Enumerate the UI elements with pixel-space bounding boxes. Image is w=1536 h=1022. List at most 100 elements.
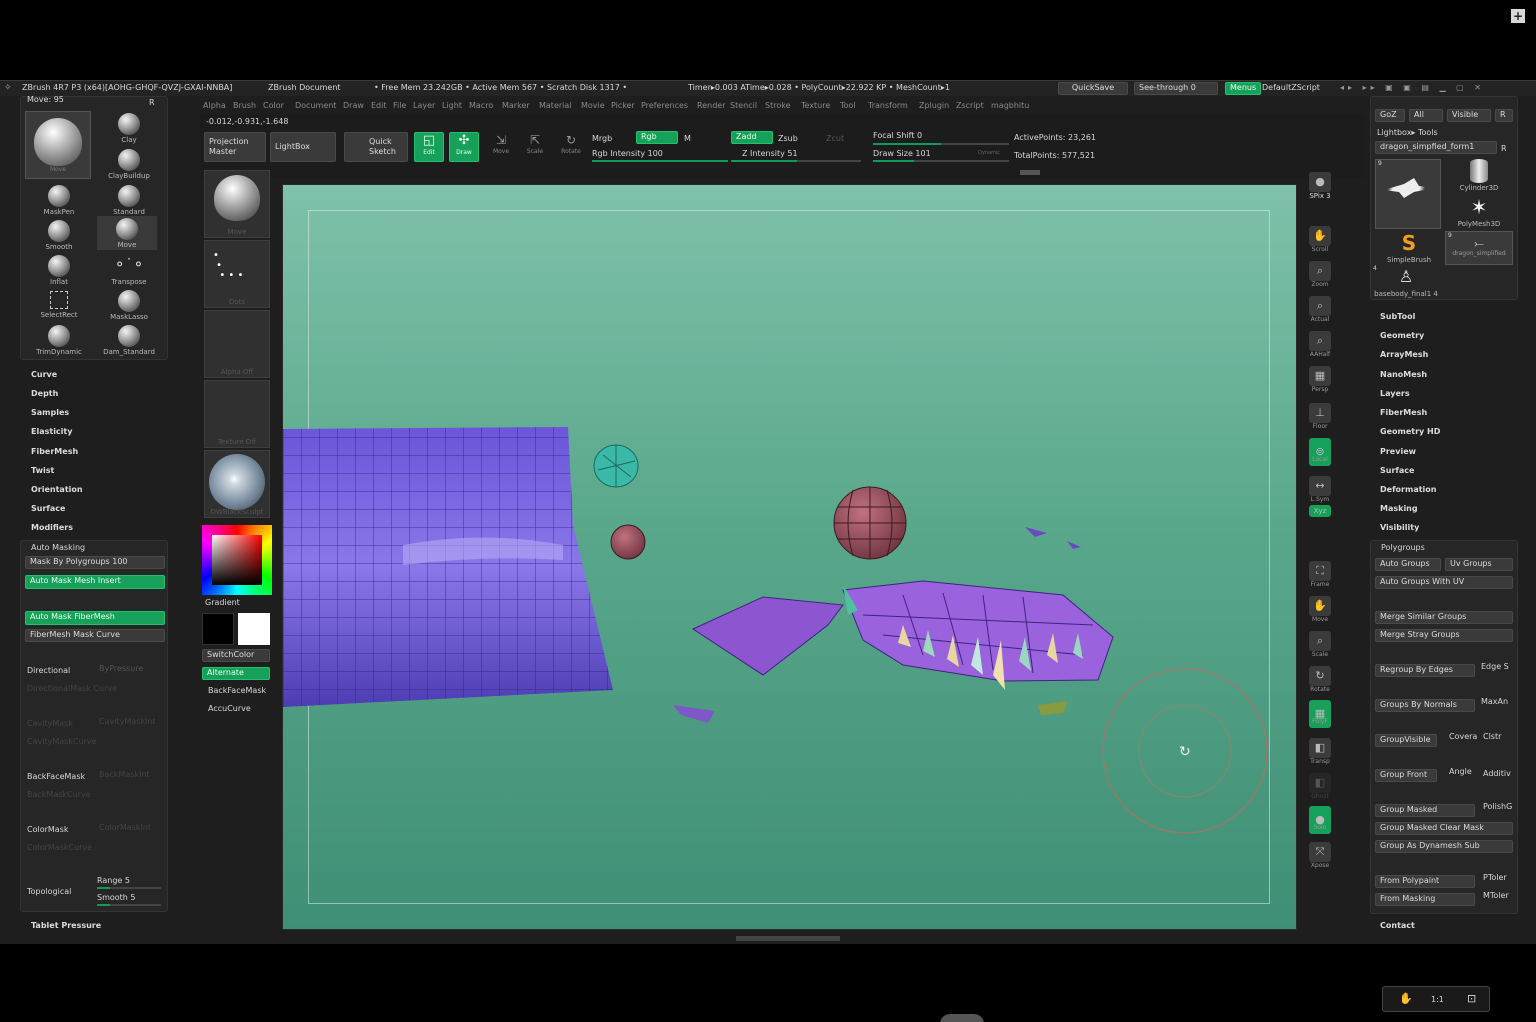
ghost-button[interactable]: ◧ Ghost [1305, 773, 1335, 805]
auto-mask-fibermesh-toggle[interactable]: Auto Mask FiberMesh [25, 611, 165, 625]
zoom-ratio-button[interactable]: 1:1 [1431, 995, 1444, 1004]
menu-draw[interactable]: Draw [343, 101, 364, 110]
menu-file[interactable]: File [393, 101, 406, 110]
brush-menu-twist[interactable]: Twist [31, 466, 54, 475]
back-mask-curve[interactable]: BackMaskCurve [27, 790, 91, 799]
edit-mode-button[interactable]: ◱ Edit [414, 132, 444, 162]
move-view-button[interactable]: ✋ Move [1305, 596, 1335, 628]
rgb-intensity-slider[interactable]: Rgb Intensity 100 [592, 149, 663, 158]
brush-selectrect[interactable]: SelectRect [29, 288, 89, 322]
menu-movie[interactable]: Movie [581, 101, 605, 110]
lsym-button[interactable]: ↔ L.Sym [1305, 476, 1335, 508]
quick-sketch-button[interactable]: Quick Sketch [344, 132, 408, 162]
scale-view-button[interactable]: ⌕ Scale [1305, 631, 1335, 663]
groups-by-normals-button[interactable]: Groups By Normals [1375, 699, 1475, 712]
lightbox-button[interactable]: LightBox [270, 132, 336, 162]
menu-tool[interactable]: Tool [840, 101, 856, 110]
rotate-view-button[interactable]: ↻ Rotate [1305, 666, 1335, 698]
actual-button[interactable]: ⌕ Actual [1305, 296, 1335, 328]
tool-simplebrush[interactable]: S SimpleBrush [1379, 231, 1439, 265]
group-masked-button[interactable]: Group Masked [1375, 804, 1475, 817]
menu-zscript[interactable]: Zscript [956, 101, 984, 110]
switch-color-button[interactable]: SwitchColor [202, 649, 270, 662]
menu-document[interactable]: Document [295, 101, 336, 110]
focal-shift-track[interactable] [873, 143, 1009, 145]
menu-layer[interactable]: Layer [413, 101, 435, 110]
brush-menu-curve[interactable]: Curve [31, 370, 57, 379]
tool-menu-geometry[interactable]: Geometry [1380, 331, 1424, 340]
material-thumb[interactable]: DWBlackSculpt [204, 450, 270, 518]
brush-menu-orientation[interactable]: Orientation [31, 485, 83, 494]
menu-custom[interactable]: magbhitu [991, 101, 1029, 110]
brush-move[interactable]: Move [97, 216, 157, 250]
local-button[interactable]: ⊚ Local [1305, 438, 1335, 470]
group-front-button[interactable]: Group Front [1375, 769, 1437, 782]
mask-by-polygroups-slider[interactable]: Mask By Polygroups 100 [25, 556, 165, 569]
mrgb-button[interactable]: Mrgb [592, 134, 612, 143]
brush-r-button[interactable]: R [149, 98, 155, 107]
tool-menu-deformation[interactable]: Deformation [1380, 485, 1436, 494]
backface-mask-toggle[interactable]: BackFaceMask [27, 772, 85, 781]
xyz-button[interactable]: Xyz [1305, 505, 1335, 537]
menu-macro[interactable]: Macro [469, 101, 493, 110]
group-as-dynamesh-sub-button[interactable]: Group As Dynamesh Sub [1375, 840, 1513, 853]
tool-menu-fibermesh[interactable]: FiberMesh [1380, 408, 1427, 417]
backface-mask-button[interactable]: BackFaceMask [208, 686, 266, 695]
all-button[interactable]: All [1409, 109, 1443, 122]
scale-mode-button[interactable]: ⇱ Scale [520, 132, 550, 162]
menu-material[interactable]: Material [539, 101, 572, 110]
solo-button[interactable]: ● Solo [1305, 806, 1335, 838]
rotation-gizmo[interactable]: ↻ [1102, 668, 1268, 834]
brush-transpose[interactable]: ⚬˙⚬ Transpose [99, 253, 159, 287]
menu-render[interactable]: Render [697, 101, 725, 110]
current-tool-selector[interactable]: dragon_simpfied_form1 [1375, 141, 1497, 154]
menu-stroke[interactable]: Stroke [765, 101, 791, 110]
auto-groups-with-uv-button[interactable]: Auto Groups With UV [1375, 576, 1513, 589]
menu-transform[interactable]: Transform [868, 101, 908, 110]
polish-slider[interactable]: PolishG [1483, 802, 1512, 811]
menu-zplugin[interactable]: Zplugin [919, 101, 949, 110]
group-masked-clear-mask-button[interactable]: Group Masked Clear Mask [1375, 822, 1513, 835]
brush-menu-samples[interactable]: Samples [31, 408, 69, 417]
tool-menu-geometry-hd[interactable]: Geometry HD [1380, 427, 1440, 436]
default-script[interactable]: DefaultZScript [1262, 83, 1320, 92]
brush-dam-standard[interactable]: Dam_Standard [99, 323, 159, 357]
menu-preferences[interactable]: Preferences [641, 101, 688, 110]
xpose-button[interactable]: ⤧ Xpose [1305, 842, 1335, 874]
bottom-tray-handle[interactable] [736, 936, 840, 941]
ptoler-slider[interactable]: PToler [1483, 873, 1507, 882]
brush-clay[interactable]: Clay [99, 111, 159, 145]
brush-smooth[interactable]: Smooth [29, 218, 89, 252]
scroll-handle[interactable] [1020, 170, 1040, 175]
tool-cylinder3d[interactable]: Cylinder3D [1449, 159, 1509, 193]
alpha-thumb[interactable]: Alpha Off [204, 310, 270, 378]
brush-menu-elasticity[interactable]: Elasticity [31, 427, 72, 436]
from-polypaint-button[interactable]: From Polypaint [1375, 875, 1475, 888]
dynamic-toggle[interactable]: Dynamic [978, 150, 1000, 156]
auto-groups-button[interactable]: Auto Groups [1375, 558, 1441, 571]
range-slider[interactable]: Range 5 [97, 876, 130, 885]
rotate-mode-button[interactable]: ↻ Rotate [556, 132, 586, 162]
zcut-button[interactable]: Zcut [826, 134, 844, 143]
tool-menu-visibility[interactable]: Visibility [1380, 523, 1419, 532]
merge-stray-groups-button[interactable]: Merge Stray Groups [1375, 629, 1513, 642]
scroll-button[interactable]: ✋ Scroll [1305, 226, 1335, 258]
menu-light[interactable]: Light [442, 101, 462, 110]
visible-button[interactable]: Visible [1447, 109, 1491, 122]
brush-maskpen[interactable]: MaskPen [29, 183, 89, 217]
draw-size-slider[interactable]: Draw Size 101 [873, 149, 931, 158]
regroup-by-edges-button[interactable]: Regroup By Edges [1375, 664, 1475, 677]
brush-menu-modifiers[interactable]: Modifiers [31, 523, 73, 532]
add-icon[interactable]: + [1511, 9, 1525, 23]
z-intensity-track[interactable] [731, 160, 861, 162]
rgb-button[interactable]: Rgb [636, 131, 678, 144]
accucurve-button[interactable]: AccuCurve [208, 704, 251, 713]
visible-r-button[interactable]: R [1495, 109, 1513, 122]
brush-menu-depth[interactable]: Depth [31, 389, 58, 398]
group-visible-button[interactable]: GroupVisible [1375, 734, 1437, 747]
maxangle-slider[interactable]: MaxAn [1481, 697, 1508, 706]
zoom-button[interactable]: ⌕ Zoom [1305, 261, 1335, 293]
fibermesh-mask-curve[interactable]: FiberMesh Mask Curve [25, 629, 165, 642]
brush-thumb[interactable]: Move [204, 170, 270, 238]
tool-menu-nanomesh[interactable]: NanoMesh [1380, 370, 1427, 379]
